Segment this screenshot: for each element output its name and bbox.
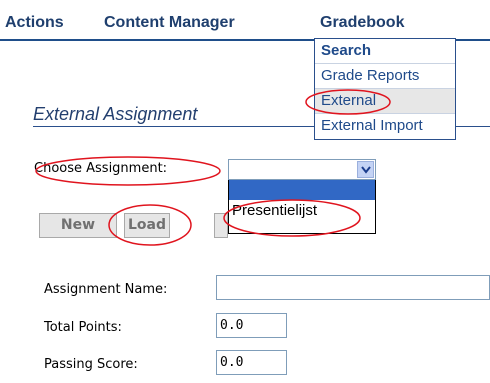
total-points-input[interactable]: 0.0 xyxy=(216,313,287,338)
option-presentielijst[interactable]: Presentielijst xyxy=(229,200,375,222)
assignment-options-list: Presentielijst xyxy=(228,180,376,234)
passing-score-label: Passing Score: xyxy=(44,357,138,372)
menu-item-grade-reports[interactable]: Grade Reports xyxy=(315,64,455,89)
page-title: External Assignment xyxy=(33,104,198,124)
passing-score-input[interactable]: 0.0 xyxy=(216,350,287,375)
nav-content-manager[interactable]: Content Manager xyxy=(104,14,235,32)
dropdown-arrow-button[interactable] xyxy=(357,161,374,178)
assignment-name-label: Assignment Name: xyxy=(44,282,168,297)
chevron-down-icon xyxy=(361,166,371,174)
gradebook-dropdown-menu: Search Grade Reports External External I… xyxy=(314,38,456,140)
assignment-name-input[interactable] xyxy=(216,275,490,300)
choose-assignment-label: Choose Assignment: xyxy=(34,161,168,176)
menu-item-search[interactable]: Search xyxy=(315,39,455,64)
total-points-label: Total Points: xyxy=(44,320,122,335)
menu-item-external-import[interactable]: External Import xyxy=(315,114,455,139)
option-blank-highlighted[interactable] xyxy=(229,180,375,200)
choose-assignment-select[interactable] xyxy=(228,159,376,180)
nav-gradebook[interactable]: Gradebook xyxy=(320,14,404,32)
new-button[interactable]: New xyxy=(39,213,117,238)
menu-item-external[interactable]: External xyxy=(315,89,455,114)
load-button[interactable]: Load xyxy=(124,213,170,238)
partially-hidden-button[interactable] xyxy=(214,213,228,238)
nav-actions[interactable]: Actions xyxy=(5,14,64,32)
